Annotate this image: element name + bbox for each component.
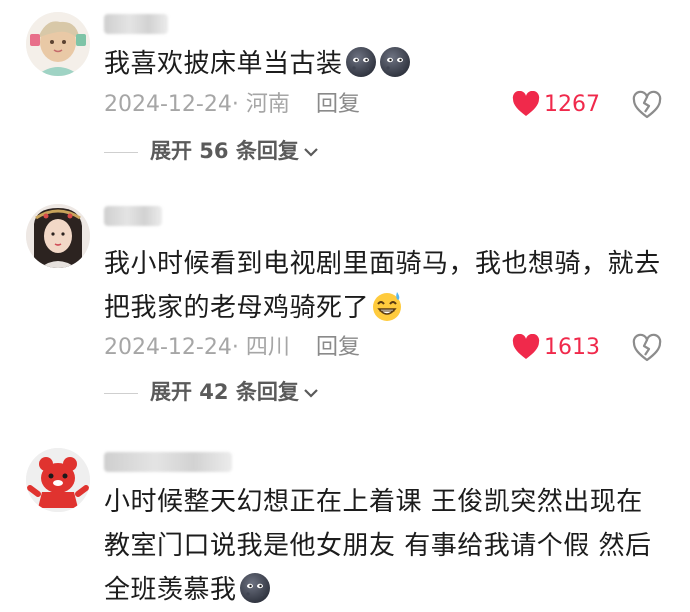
heart-icon [512, 90, 540, 116]
username-blurred[interactable] [104, 452, 232, 472]
avatar[interactable] [26, 12, 90, 76]
reply-button[interactable]: 回复 [316, 90, 360, 120]
comment-text: 我小时候看到电视剧里面骑马，我也想骑，就去把我家的老母鸡骑死了 [104, 249, 661, 323]
comment-item: 我喜欢披床单当古装 2024-12-24· 河南 回复 1267 展开 56 条… [0, 0, 690, 185]
avatar[interactable] [26, 204, 90, 268]
dark-moon-emoji-icon [379, 47, 410, 77]
expand-replies-button[interactable]: 展开 56 条回复 [104, 136, 319, 166]
broken-heart-icon[interactable] [632, 333, 662, 363]
like-count: 1613 [544, 335, 600, 360]
grinning-sweat-emoji-icon [373, 292, 402, 321]
divider-line [104, 151, 138, 153]
broken-heart-icon[interactable] [632, 90, 662, 120]
comment-text: 小时候整天幻想正在上着课 王俊凯突然出现在教室门口说我是他女朋友 有事给我请个假… [104, 487, 652, 605]
chevron-down-icon [304, 389, 318, 398]
expand-replies-button[interactable]: 展开 42 条回复 [104, 377, 319, 407]
like-button[interactable]: 1267 [512, 90, 600, 120]
comment-item: 我小时候看到电视剧里面骑马，我也想骑，就去把我家的老母鸡骑死了 2024-12-… [0, 190, 690, 430]
divider-line [104, 392, 138, 394]
reply-button[interactable]: 回复 [316, 333, 360, 363]
date-location: 2024-12-24· 河南 [104, 92, 290, 117]
comment-meta: 2024-12-24· 四川 回复 [104, 333, 404, 363]
comment-item: 小时候整天幻想正在上着课 王俊凯突然出现在教室门口说我是他女朋友 有事给我请个假… [0, 438, 690, 606]
comment-text: 我喜欢披床单当古装 [104, 42, 674, 86]
heart-icon [512, 333, 540, 359]
avatar[interactable] [26, 448, 90, 512]
comment-meta: 2024-12-24· 河南 回复 [104, 90, 404, 120]
expand-replies-label: 展开 42 条回复 [150, 380, 299, 404]
username-blurred[interactable] [104, 14, 168, 34]
date-location: 2024-12-24· 四川 [104, 335, 290, 360]
like-count: 1267 [544, 92, 600, 117]
username-blurred[interactable] [104, 206, 162, 226]
dark-moon-emoji-icon [239, 573, 270, 603]
chevron-down-icon [304, 148, 318, 157]
expand-replies-label: 展开 56 条回复 [150, 139, 299, 163]
dark-moon-emoji-icon [345, 47, 376, 77]
like-button[interactable]: 1613 [512, 333, 600, 363]
